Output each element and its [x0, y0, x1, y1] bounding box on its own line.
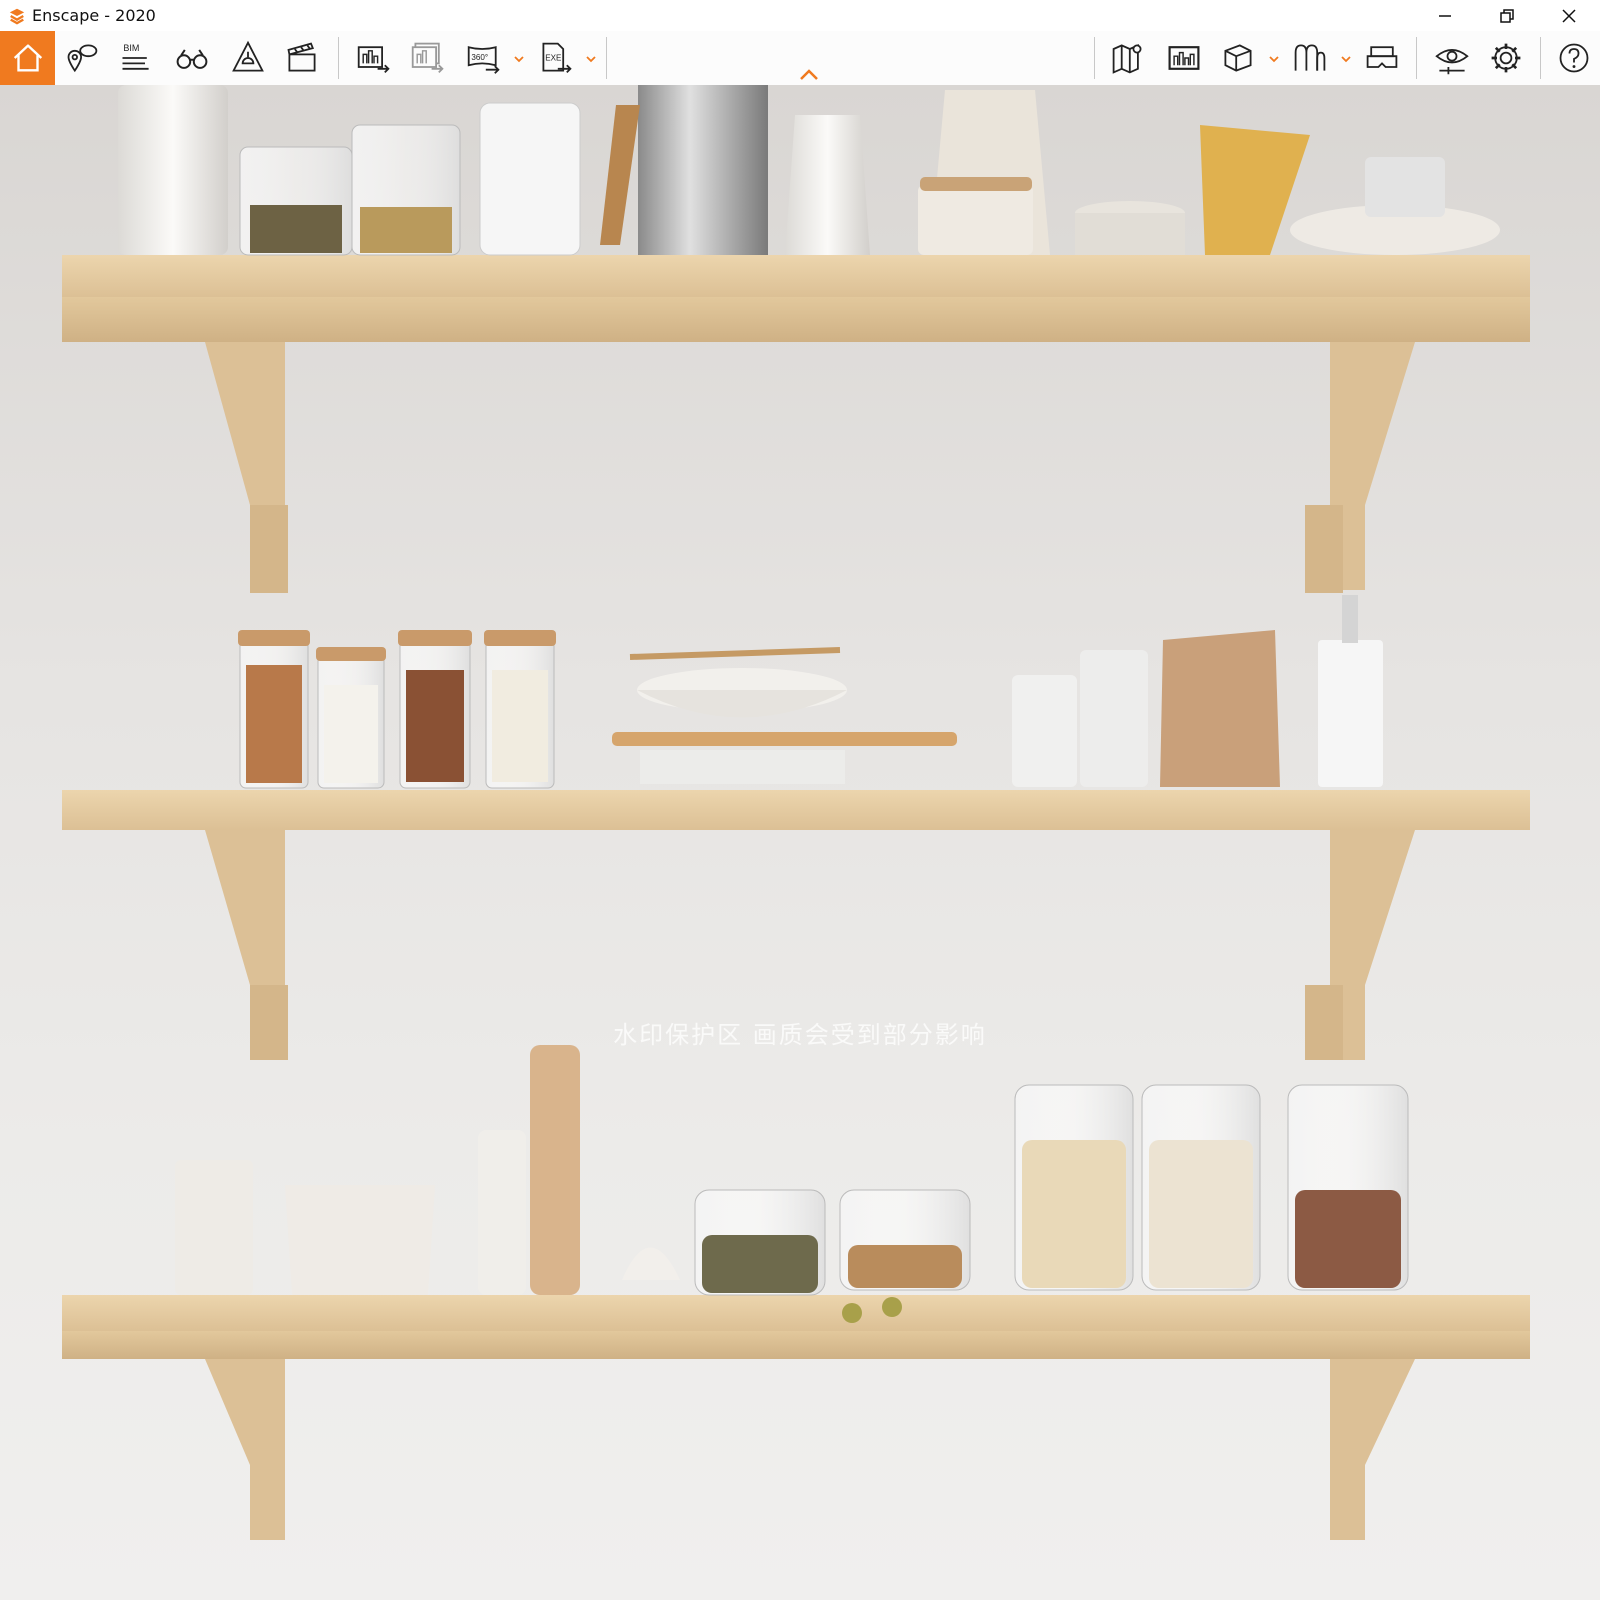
bowl-stack-bottom: [285, 1185, 435, 1295]
toolbar-separator: [1540, 37, 1541, 79]
visual-settings-button[interactable]: [1286, 34, 1334, 82]
minimize-icon: [1439, 14, 1451, 17]
panorama-button[interactable]: 360°: [460, 34, 508, 82]
help-icon: [1559, 43, 1589, 73]
video-editor-button[interactable]: [278, 34, 326, 82]
title-bar: Enscape - 2020: [0, 0, 1600, 31]
eye-icon: [1435, 49, 1469, 75]
window-title: Enscape - 2020: [32, 6, 156, 25]
rendered-scene: [62, 85, 1530, 1540]
olive: [882, 1297, 902, 1317]
salt-grinder: [478, 1130, 526, 1295]
close-icon: [1562, 8, 1576, 23]
restore-button[interactable]: [1476, 0, 1538, 31]
map-pin-view-icon: [67, 44, 98, 73]
bottom-shelf-items: [175, 1045, 1409, 1323]
cutting-board: [612, 732, 957, 746]
minimize-button[interactable]: [1414, 0, 1476, 31]
watermark-text: 水印保护区 画质会受到部分影响: [613, 1021, 987, 1049]
view-settings-button[interactable]: [1428, 34, 1476, 82]
toolbar-separator: [1094, 37, 1095, 79]
toolbar-separator: [338, 37, 339, 79]
collapse-toolbar-chevron-up-icon[interactable]: [798, 68, 820, 82]
exe-export-button[interactable]: EXE: [532, 34, 580, 82]
material-editor-button[interactable]: [1214, 34, 1262, 82]
middle-shelf-items: [238, 595, 1383, 789]
render-viewport[interactable]: 水印保护区 画质会受到部分影响: [0, 85, 1600, 1600]
white-cup-stack: [1080, 650, 1148, 787]
visual-settings-icon: [1294, 44, 1326, 71]
render-screenshot-icon: [357, 46, 390, 74]
toolbar-separator: [606, 37, 607, 79]
material-cube-icon: [1224, 44, 1252, 72]
kettle-handle: [600, 105, 640, 245]
shelf-top: [62, 255, 1530, 593]
asset-library-button[interactable]: [1160, 34, 1208, 82]
binoculars-icon: [176, 49, 208, 69]
svg-text:BIM: BIM: [123, 43, 139, 53]
bim-icon: BIM: [122, 43, 149, 70]
views-button[interactable]: [58, 34, 106, 82]
fluted-vase: [118, 85, 228, 255]
garlic-bulb: [622, 1247, 680, 1280]
ceramic-canister: [918, 185, 1033, 255]
render-screenshot-button[interactable]: [350, 34, 398, 82]
glass-jar-flour: [479, 102, 581, 256]
minimap-button[interactable]: [1104, 34, 1152, 82]
white-cup: [1012, 675, 1077, 787]
walk-mode-button[interactable]: [168, 34, 216, 82]
bim-button[interactable]: BIM: [112, 34, 160, 82]
light-view-icon: [232, 40, 264, 72]
plate-stack: [640, 750, 845, 784]
olive: [842, 1303, 862, 1323]
batch-render-button[interactable]: [404, 34, 452, 82]
wooden-spoon: [629, 647, 841, 660]
settings-button[interactable]: [1482, 34, 1530, 82]
cup-stack: [175, 1160, 253, 1295]
minimap-icon: [1112, 44, 1142, 74]
gear-icon: [1491, 43, 1521, 73]
close-button[interactable]: [1538, 0, 1600, 31]
chevron-down-icon[interactable]: [1340, 53, 1352, 65]
vr-headset-icon: [1366, 46, 1398, 68]
shelf-bottom: [62, 1295, 1530, 1540]
asset-library-icon: [1168, 46, 1200, 70]
paper-coffee-bag: [1160, 630, 1280, 787]
clapperboard-icon: [287, 42, 316, 72]
panorama-360-icon: 360°: [467, 46, 500, 74]
chevron-down-icon[interactable]: [513, 53, 525, 65]
home-button[interactable]: [0, 31, 55, 85]
creamer: [1365, 157, 1445, 217]
help-button[interactable]: [1550, 34, 1598, 82]
chevron-down-icon[interactable]: [585, 53, 597, 65]
pepper-mill: [530, 1045, 580, 1295]
home-icon: [13, 44, 42, 72]
toolbar-separator: [1416, 37, 1417, 79]
light-view-button[interactable]: [224, 34, 272, 82]
top-shelf-items: [118, 85, 1500, 256]
exe-export-icon: EXE: [542, 42, 572, 74]
vr-headset-button[interactable]: [1358, 34, 1406, 82]
steel-kettle: [638, 85, 768, 255]
milk-carton: [1318, 640, 1383, 787]
enscape-logo-icon: [9, 8, 25, 25]
restore-icon: [1500, 8, 1514, 23]
svg-text:360°: 360°: [471, 53, 488, 62]
svg-text:EXE: EXE: [545, 54, 562, 63]
chevron-down-icon[interactable]: [1268, 53, 1280, 65]
batch-render-icon: [411, 42, 444, 74]
bowl-stack: [1075, 213, 1185, 255]
white-pitcher: [785, 115, 870, 255]
